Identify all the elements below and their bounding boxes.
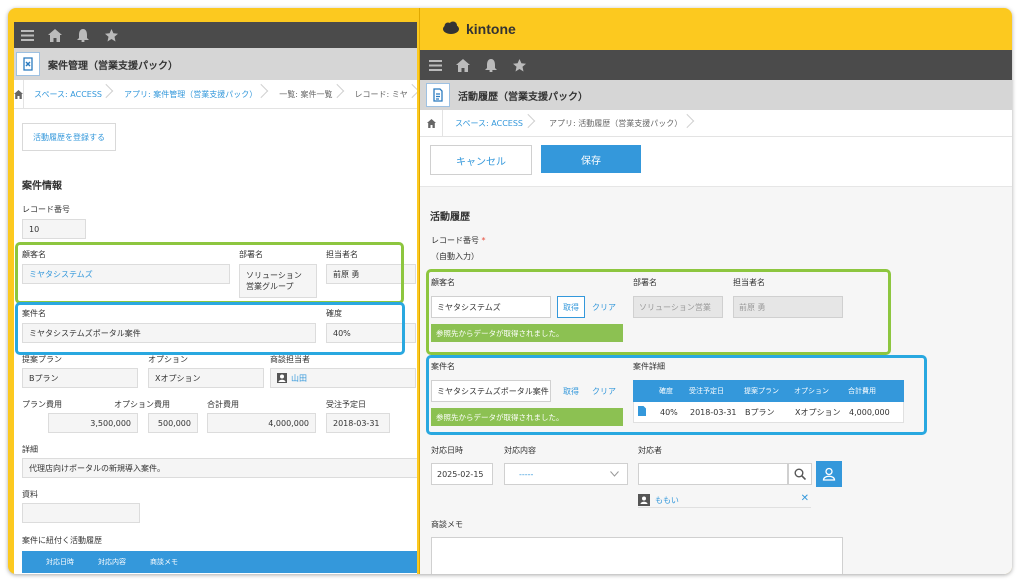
breadcrumb-home-icon[interactable] xyxy=(420,110,443,136)
detail-value: 代理店向けポータルの新規導入案件。 xyxy=(22,458,417,478)
breadcrumb-app[interactable]: アプリ: 活動履歴（営業支援パック） xyxy=(537,110,696,136)
star-icon[interactable] xyxy=(512,58,526,72)
star-icon[interactable] xyxy=(104,28,118,42)
kintone-logo-text: kintone xyxy=(466,21,516,37)
required-mark: * xyxy=(481,236,486,245)
total-cost-value: 4,000,000 xyxy=(207,413,316,433)
menu-icon[interactable] xyxy=(20,28,34,42)
case-highlight-box xyxy=(15,302,405,355)
right-app-header: 活動履歴（営業支援パック） xyxy=(420,80,1012,110)
related-activities-header: 対応日時 対応内容 商談メモ xyxy=(22,551,417,573)
breadcrumb-home-icon[interactable] xyxy=(14,80,24,108)
col-date: 対応日時 xyxy=(46,558,74,566)
activity-record-window: kintone 活動履歴（営業支援パック） スペース: ACCESS アプリ: … xyxy=(419,8,1012,574)
case-app-icon xyxy=(16,52,40,76)
case-record-window: 案件管理（営業支援パック） スペース: ACCESS アプリ: 案件管理（営業支… xyxy=(14,22,417,574)
related-activities-label: 案件に紐付く活動履歴 xyxy=(22,536,102,545)
kintone-header: kintone xyxy=(420,8,1012,50)
record-form: 活動履歴 レコード番号 * （自動入力） 顧客名 ミヤタシステムズ 取得 クリア… xyxy=(420,187,1012,574)
auto-input-note: （自動入力） xyxy=(431,252,479,261)
chevron-down-icon xyxy=(610,470,619,479)
record-number-label: レコード番号 xyxy=(22,205,70,214)
col-memo: 商談メモ xyxy=(150,558,178,566)
responder-input[interactable] xyxy=(638,463,788,485)
sales-name: 山田 xyxy=(291,373,307,383)
left-app-title: 案件管理（営業支援パック） xyxy=(48,60,178,72)
content-select[interactable]: ----- xyxy=(504,463,628,485)
total-cost-label: 合計費用 xyxy=(207,400,239,409)
record-number-label-text: レコード番号 xyxy=(431,236,479,245)
responder-label: 対応者 xyxy=(638,446,662,455)
activity-app-icon xyxy=(426,83,450,107)
case-highlight-box xyxy=(426,355,927,435)
right-top-nav xyxy=(420,50,1012,80)
content-label: 対応内容 xyxy=(504,446,536,455)
sales-value[interactable]: 山田 xyxy=(270,368,416,388)
breadcrumb-app[interactable]: アプリ: 案件管理（営業支援パック） xyxy=(114,80,269,108)
breadcrumb-view[interactable]: 一覧: 案件一覧 xyxy=(269,80,344,108)
sales-label: 商談担当者 xyxy=(270,355,310,364)
bell-icon[interactable] xyxy=(484,58,498,72)
option-cost-label: オプション費用 xyxy=(114,400,170,409)
left-top-nav xyxy=(14,22,417,48)
responder-name[interactable]: ももい xyxy=(655,495,679,506)
menu-icon[interactable] xyxy=(428,58,442,72)
plan-cost-value: 3,500,000 xyxy=(48,413,138,433)
memo-label: 商談メモ xyxy=(431,520,463,529)
section-title-case-info: 案件情報 xyxy=(22,181,62,192)
responder-chip: ももい ✕ xyxy=(638,493,811,508)
register-activity-button[interactable]: 活動履歴を登録する xyxy=(22,123,116,151)
order-date-label: 受注予定日 xyxy=(326,400,366,409)
cancel-button[interactable]: キャンセル xyxy=(430,145,532,175)
section-title-activity: 活動履歴 xyxy=(430,212,470,223)
material-label: 資料 xyxy=(22,490,38,499)
user-icon xyxy=(638,494,650,506)
detail-label: 詳細 xyxy=(22,445,38,454)
col-content: 対応内容 xyxy=(98,558,126,566)
home-icon[interactable] xyxy=(456,58,470,72)
material-value xyxy=(22,503,140,523)
breadcrumb-record: レコード: ミヤ xyxy=(345,80,418,108)
memo-textarea[interactable] xyxy=(431,537,843,574)
customer-highlight-box xyxy=(15,242,404,304)
customer-highlight-box xyxy=(426,269,891,355)
plan-cost-label: プラン費用 xyxy=(22,400,62,409)
bell-icon[interactable] xyxy=(76,28,90,42)
right-breadcrumb: スペース: ACCESS アプリ: 活動履歴（営業支援パック） xyxy=(420,110,1012,137)
home-icon[interactable] xyxy=(48,28,62,42)
option-label: オプション xyxy=(148,355,188,364)
user-select-icon[interactable] xyxy=(816,461,842,487)
screenshot-frame: 案件管理（営業支援パック） スペース: ACCESS アプリ: 案件管理（営業支… xyxy=(8,8,1012,574)
left-app-header: 案件管理（営業支援パック） xyxy=(14,48,417,80)
date-label: 対応日時 xyxy=(431,446,463,455)
option-value: Xオプション xyxy=(148,368,264,388)
record-number-label: レコード番号 * xyxy=(431,235,486,246)
record-number-value: 10 xyxy=(22,219,86,239)
date-input[interactable]: 2025-02-15 xyxy=(431,463,493,485)
order-date-value: 2018-03-31 xyxy=(326,413,390,433)
breadcrumb-space[interactable]: スペース: ACCESS xyxy=(24,80,114,108)
user-icon xyxy=(277,373,287,383)
action-bar: キャンセル 保存 xyxy=(420,136,1012,187)
content-select-value: ----- xyxy=(519,469,534,479)
plan-label: 提案プラン xyxy=(22,355,62,364)
search-icon[interactable] xyxy=(788,463,812,485)
left-breadcrumb: スペース: ACCESS アプリ: 案件管理（営業支援パック） 一覧: 案件一覧… xyxy=(14,80,417,109)
right-app-title: 活動履歴（営業支援パック） xyxy=(458,91,588,103)
breadcrumb-space[interactable]: スペース: ACCESS xyxy=(443,110,537,136)
option-cost-value: 500,000 xyxy=(148,413,198,433)
kintone-logo-icon xyxy=(442,21,460,37)
remove-icon[interactable]: ✕ xyxy=(801,493,809,504)
save-button[interactable]: 保存 xyxy=(541,145,641,173)
plan-value: Bプラン xyxy=(22,368,138,388)
